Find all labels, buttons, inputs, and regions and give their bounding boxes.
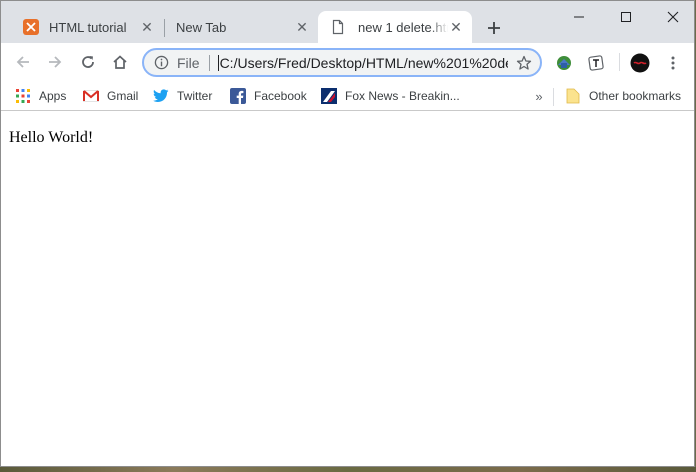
close-icon	[667, 11, 679, 23]
bookmark-label: Apps	[39, 89, 67, 103]
bookmark-star-icon[interactable]	[516, 55, 532, 71]
twitter-icon	[153, 88, 169, 104]
bookmark-label: Fox News - Breakin...	[345, 89, 460, 103]
bookmark-label: Gmail	[107, 89, 139, 103]
fox-news-icon	[321, 88, 337, 104]
home-button[interactable]	[106, 48, 134, 76]
reload-icon	[82, 56, 94, 68]
arrow-right-icon	[49, 56, 62, 68]
tab-strip: HTML tutorial ✕ New Tab ✕ new 1 delete.h…	[1, 1, 694, 43]
extension-download-manager-icon[interactable]	[554, 53, 574, 73]
plus-icon	[488, 22, 500, 34]
more-bookmarks-button[interactable]: »	[530, 87, 548, 105]
bookmark-fox-news[interactable]: Fox News - Breakin...	[321, 87, 460, 105]
info-icon[interactable]	[153, 55, 169, 71]
facebook-icon	[230, 88, 246, 104]
close-window-button[interactable]	[650, 1, 694, 33]
w3schools-icon	[23, 19, 39, 35]
bookmarks-divider	[553, 88, 554, 106]
apps-grid-icon	[15, 88, 31, 104]
maximize-button[interactable]	[603, 1, 649, 33]
close-tab-icon[interactable]: ✕	[139, 19, 155, 35]
bookmark-other-bookmarks[interactable]: Other bookmarks	[565, 87, 681, 105]
browser-window: HTML tutorial ✕ New Tab ✕ new 1 delete.h…	[0, 0, 695, 467]
bookmark-label: Other bookmarks	[589, 89, 682, 103]
minimize-button[interactable]	[556, 1, 602, 33]
three-dots-vertical-icon	[671, 56, 675, 70]
page-text: Hello World!	[9, 129, 94, 146]
bookmarks-bar: Apps Gmail Twitter Facebook Fox News - B…	[1, 81, 694, 111]
new-tab-button[interactable]	[483, 17, 505, 39]
bookmark-facebook[interactable]: Facebook	[230, 87, 307, 105]
gmail-icon	[83, 88, 99, 104]
bookmark-label: Twitter	[177, 89, 213, 103]
tab-title: New Tab	[176, 19, 227, 35]
extension-t-icon[interactable]	[586, 53, 606, 73]
maximize-icon	[621, 12, 631, 22]
back-button[interactable]	[9, 48, 37, 76]
tab-new-1-delete[interactable]: new 1 delete.html ✕	[318, 11, 472, 43]
reload-button[interactable]	[74, 48, 102, 76]
bookmark-twitter[interactable]: Twitter	[153, 87, 212, 105]
toolbar-divider	[619, 53, 620, 71]
menu-button[interactable]	[663, 53, 683, 73]
bookmark-apps[interactable]: Apps	[15, 87, 66, 105]
omnibox-divider	[208, 54, 210, 71]
bookmark-gmail[interactable]: Gmail	[83, 87, 138, 105]
desktop-background	[0, 467, 696, 472]
folder-icon	[565, 88, 581, 104]
url-input[interactable]: C:/Users/Fred/Desktop/HTML/new%201%20del…	[217, 54, 508, 71]
double-chevron-right-icon: »	[535, 88, 543, 104]
toolbar: File C:/Users/Fred/Desktop/HTML/new%201%…	[1, 43, 694, 81]
tab-title: HTML tutorial	[49, 19, 127, 35]
page-content: Hello World!	[1, 112, 694, 466]
minimize-icon	[574, 16, 584, 18]
tab-new-tab[interactable]: New Tab ✕	[164, 11, 318, 43]
close-tab-icon[interactable]: ✕	[448, 19, 464, 35]
scheme-label: File	[177, 54, 200, 71]
tab-title: new 1 delete.html	[358, 19, 448, 35]
document-icon	[330, 19, 346, 35]
forward-button[interactable]	[41, 48, 69, 76]
profile-avatar[interactable]	[630, 53, 650, 73]
arrow-left-icon	[16, 56, 29, 68]
close-tab-icon[interactable]: ✕	[294, 19, 310, 35]
home-icon	[113, 55, 127, 69]
tab-html-tutorial[interactable]: HTML tutorial ✕	[11, 11, 163, 43]
address-bar[interactable]: File C:/Users/Fred/Desktop/HTML/new%201%…	[142, 48, 542, 77]
bookmark-label: Facebook	[254, 89, 307, 103]
